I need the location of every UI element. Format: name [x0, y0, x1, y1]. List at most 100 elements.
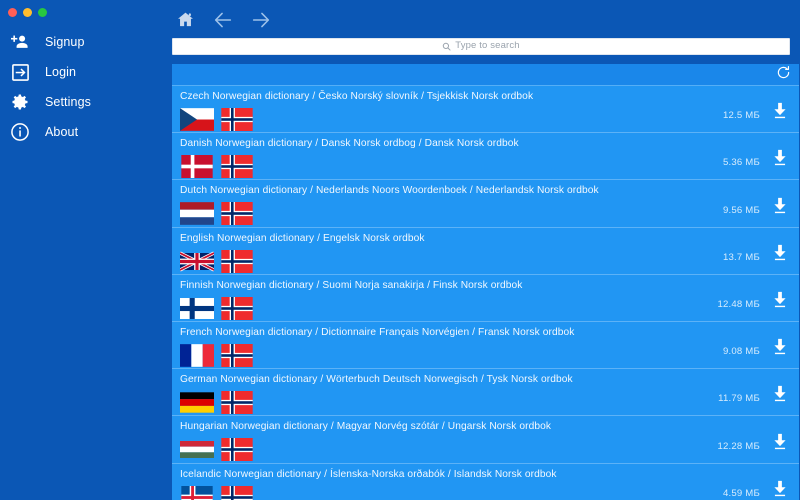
download-icon: [772, 480, 788, 500]
file-size: 9.56 МБ: [722, 204, 760, 216]
sidebar-item-settings[interactable]: Settings: [0, 87, 158, 117]
download-icon: [772, 244, 788, 267]
maximize-button[interactable]: [38, 7, 47, 17]
arrow-left-icon: [212, 9, 234, 31]
flag-norway-icon: [220, 296, 254, 320]
sidebar-nav: Signup Login Settings About: [0, 27, 158, 147]
file-size: 12.5 МБ: [722, 110, 760, 122]
dictionary-title: French Norwegian dictionary / Dictionnai…: [180, 326, 575, 338]
flag-norway-icon: [220, 202, 254, 226]
dictionary-title: Danish Norwegian dictionary / Dansk Nors…: [180, 138, 519, 150]
dictionary-list-panel[interactable]: Czech Norwegian dictionary / Česko Norsk…: [172, 64, 799, 500]
language-flags: [180, 438, 799, 462]
language-flags: [180, 343, 799, 367]
file-size: 12.28 МБ: [717, 440, 760, 452]
person-add-icon: [9, 31, 31, 53]
flag-norway-icon: [220, 343, 254, 367]
table-row[interactable]: Hungarian Norwegian dictionary / Magyar …: [172, 416, 799, 464]
search-input[interactable]: Type to search: [172, 37, 790, 55]
sidebar-item-signup[interactable]: Signup: [0, 27, 158, 57]
close-button[interactable]: [8, 7, 17, 17]
flag-norway: [221, 202, 253, 226]
home-button[interactable]: [172, 8, 198, 32]
row-actions: 12.48 МБ: [717, 291, 788, 314]
table-row[interactable]: French Norwegian dictionary / Dictionnai…: [172, 321, 799, 370]
file-size: 12.48 МБ: [717, 298, 760, 310]
flag-denmark: [181, 155, 213, 179]
flag-denmark-icon: [180, 155, 214, 179]
flag-norway-icon: [220, 485, 254, 500]
flag-czech-republic: [180, 108, 214, 131]
back-button[interactable]: [210, 8, 236, 32]
refresh-icon: [776, 65, 791, 85]
search-placeholder: Type to search: [455, 40, 520, 52]
row-actions: 5.36 МБ: [723, 150, 788, 172]
sidebar-item-login[interactable]: Login: [0, 57, 158, 87]
flag-norway-icon: [220, 391, 254, 415]
info-circle-icon: [9, 121, 31, 143]
row-actions: 11.79 МБ: [718, 386, 788, 408]
language-flags: [180, 485, 799, 500]
flag-czech-republic-icon: [180, 108, 214, 131]
row-actions: 9.56 МБ: [722, 197, 788, 220]
flag-iceland: [181, 485, 213, 500]
download-button[interactable]: [771, 386, 788, 408]
list-header: [172, 64, 799, 86]
table-row[interactable]: Icelandic Norwegian dictionary / Íslensk…: [172, 463, 799, 500]
download-button[interactable]: [771, 150, 788, 172]
download-icon: [772, 149, 788, 172]
flag-hungary: [180, 441, 214, 459]
language-flags: [180, 202, 799, 226]
flag-norway: [221, 108, 253, 131]
flag-netherlands-icon: [180, 202, 214, 226]
flag-hungary-icon: [180, 438, 214, 461]
sidebar: Signup Login Settings About: [0, 0, 158, 500]
flag-netherlands: [180, 202, 214, 226]
download-icon: [772, 291, 788, 314]
search-icon: [442, 42, 451, 51]
language-flags: [180, 391, 799, 415]
main-area: Type to search Czech Norwegian dictionar…: [158, 0, 800, 500]
table-row[interactable]: English Norwegian dictionary / Engelsk N…: [172, 227, 799, 275]
dictionary-title: Icelandic Norwegian dictionary / Íslensk…: [180, 468, 557, 480]
download-button[interactable]: [771, 338, 788, 361]
table-row[interactable]: German Norwegian dictionary / Wörterbuch…: [172, 369, 799, 417]
table-row[interactable]: Finnish Norwegian dictionary / Suomi Nor…: [172, 274, 799, 322]
download-button[interactable]: [771, 244, 788, 267]
flag-norway: [221, 343, 253, 367]
forward-button[interactable]: [248, 8, 274, 32]
download-button[interactable]: [771, 480, 788, 500]
download-icon: [772, 102, 788, 125]
table-row[interactable]: Danish Norwegian dictionary / Dansk Nors…: [172, 133, 799, 181]
flag-united-kingdom: [180, 251, 214, 272]
flag-norway: [221, 391, 253, 415]
file-size: 11.79 МБ: [718, 393, 760, 405]
dictionary-title: Finnish Norwegian dictionary / Suomi Nor…: [180, 279, 523, 291]
dictionary-title: English Norwegian dictionary / Engelsk N…: [180, 232, 425, 244]
flag-united-kingdom-icon: [180, 250, 214, 273]
sidebar-item-label: Settings: [45, 95, 91, 109]
download-button[interactable]: [771, 197, 788, 220]
search-bar-container: Type to search: [158, 33, 800, 59]
refresh-button[interactable]: [774, 65, 792, 85]
sidebar-item-label: Signup: [45, 35, 85, 49]
sidebar-item-label: Login: [45, 65, 77, 79]
download-button[interactable]: [771, 291, 788, 314]
flag-france: [180, 344, 214, 367]
download-button[interactable]: [771, 433, 788, 456]
row-actions: 12.5 МБ: [722, 103, 788, 125]
table-row[interactable]: Dutch Norwegian dictionary / Nederlands …: [172, 180, 799, 228]
dictionary-title: German Norwegian dictionary / Wörterbuch…: [180, 374, 573, 386]
flag-norway: [221, 438, 253, 462]
minimize-button[interactable]: [23, 7, 32, 17]
download-button[interactable]: [771, 103, 788, 125]
flag-norway-icon: [220, 249, 254, 273]
app-window: Signup Login Settings About Type to sear…: [0, 0, 800, 500]
flag-finland: [180, 297, 214, 319]
dictionary-title: Czech Norwegian dictionary / Česko Norsk…: [180, 91, 534, 102]
row-actions: 12.28 МБ: [717, 433, 788, 456]
download-icon: [772, 338, 788, 361]
sidebar-item-about[interactable]: About: [0, 117, 158, 147]
table-row[interactable]: Czech Norwegian dictionary / Česko Norsk…: [172, 86, 799, 134]
download-icon: [772, 433, 788, 456]
